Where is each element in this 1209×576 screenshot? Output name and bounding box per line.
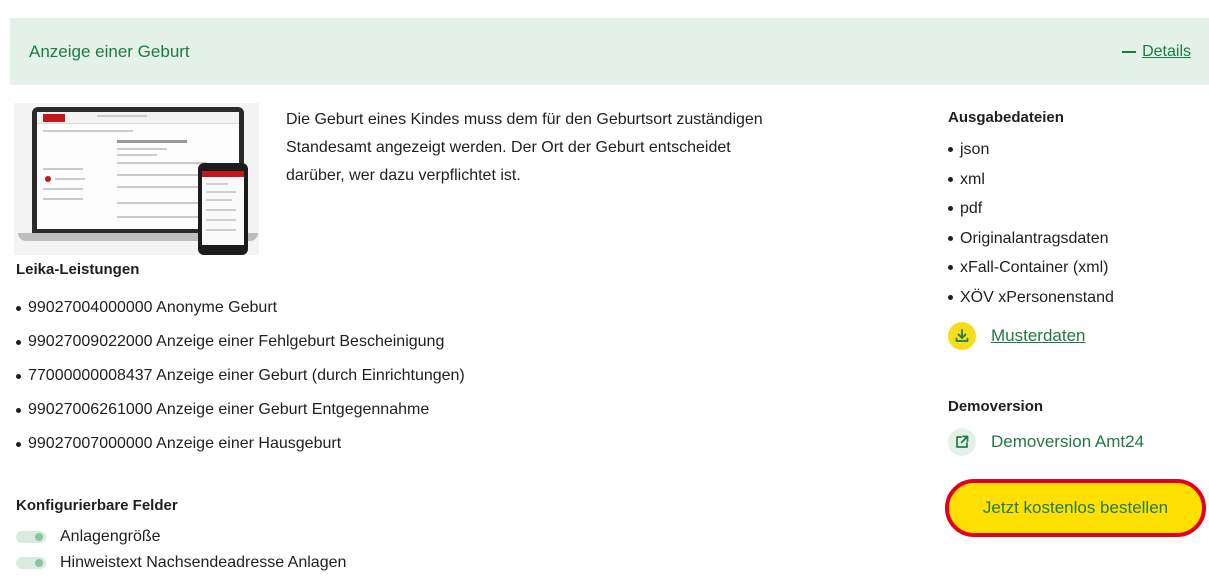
demo-link[interactable]: Demoversion Amt24 (948, 428, 1144, 456)
fields-heading: Konfigurierbare Felder (16, 497, 178, 514)
list-item: XÖV xPersonenstand (948, 283, 1114, 313)
list-item: Originalantragsdaten (948, 224, 1114, 254)
field-toggle[interactable] (16, 531, 46, 543)
list-item: pdf (948, 194, 1114, 224)
list-item: xFall-Container (xml) (948, 253, 1114, 283)
product-preview-image (14, 103, 259, 255)
download-icon (948, 322, 976, 350)
service-title: Anzeige einer Geburt (29, 41, 190, 61)
details-toggle-link[interactable]: Details (1122, 43, 1191, 61)
list-item: xml (948, 165, 1114, 195)
leika-heading: Leika-Leistungen (16, 261, 140, 278)
demo-link-label: Demoversion Amt24 (991, 432, 1145, 451)
leika-list: 99027004000000 Anonyme Geburt 9902700902… (16, 291, 465, 461)
field-row: Anlagengröße (16, 524, 346, 550)
configurable-fields-list: Anlagengröße Hinweistext Nachsendeadress… (16, 524, 346, 576)
list-item: 99027009022000 Anzeige einer Fehlgeburt … (16, 325, 465, 359)
list-item: 77000000008437 Anzeige einer Geburt (dur… (16, 359, 465, 393)
sample-data-label: Musterdaten (991, 326, 1086, 345)
field-label: Hinweistext Nachsendeadresse Anlagen (60, 554, 347, 571)
service-description: Die Geburt eines Kindes muss dem für den… (286, 111, 763, 184)
field-toggle[interactable] (16, 557, 46, 569)
order-free-button[interactable]: Jetzt kostenlos bestellen (945, 479, 1206, 537)
external-link-icon (948, 428, 976, 456)
phone-illustration (198, 163, 248, 255)
output-files-list: json xml pdf Originalantragsdaten xFall-… (948, 135, 1114, 312)
field-label: Anlagengröße (60, 528, 161, 545)
details-label: Details (1142, 42, 1191, 60)
service-header: Anzeige einer Geburt Details (10, 18, 1209, 85)
collapse-dash-icon (1122, 50, 1137, 53)
sample-data-link[interactable]: Musterdaten (948, 322, 1086, 350)
list-item: 99027006261000 Anzeige einer Geburt Entg… (16, 393, 465, 427)
outputs-heading: Ausgabedateien (948, 109, 1064, 126)
demo-heading: Demoversion (948, 398, 1044, 415)
list-item: json (948, 135, 1114, 165)
list-item: 99027007000000 Anzeige einer Hausgeburt (16, 427, 465, 461)
list-item: 99027004000000 Anonyme Geburt (16, 291, 465, 325)
field-row: Hinweistext Nachsendeadresse Anlagen (16, 550, 346, 576)
